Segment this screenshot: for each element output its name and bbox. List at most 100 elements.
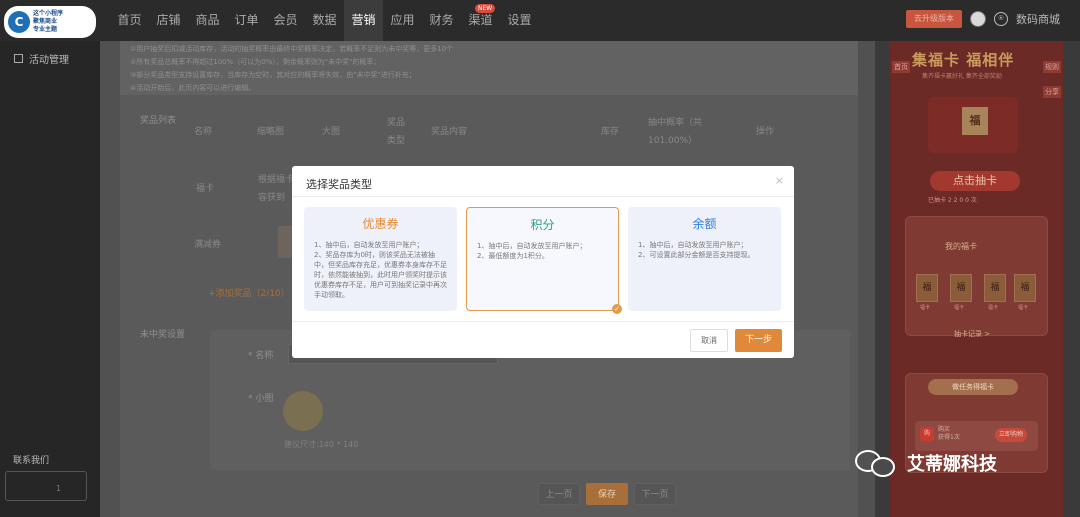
task-text: 购买 获得1次	[938, 426, 960, 442]
watermark-text: 艾蒂娜科技	[907, 454, 997, 475]
col-name: 名称	[194, 127, 213, 137]
nav-marketing[interactable]: 营销	[344, 0, 383, 41]
note-line: ②所有奖品总概率不得超过100%（可以为0%），剩余概率则为"未中奖"的概率；	[130, 58, 381, 66]
draw-record-link[interactable]: 抽卡记录 >	[954, 329, 990, 339]
add-prize-link[interactable]: +添加奖品（2/10）	[208, 286, 290, 299]
new-badge: NEW	[475, 4, 496, 13]
nav-store[interactable]: 店铺	[149, 0, 188, 41]
task-line: 购买	[938, 426, 951, 433]
logo[interactable]: C 这个小程序 聚焦商业 专业主题	[4, 6, 96, 38]
close-icon[interactable]: ×	[775, 174, 784, 187]
sidebar: 活动管理 联系我们 1	[0, 41, 100, 517]
wechat-watermark: 艾蒂娜科技	[855, 448, 997, 478]
phone-preview: 集福卡 福相伴 集齐福卡赢好礼 集齐全部奖励 首页 规则 分享 福 点击抽卡 已…	[890, 41, 1063, 517]
option-desc-line: 2、奖品存库为0时，则该奖品无法被抽中，但奖品库存充足，优惠券本身库存不足时，依…	[314, 251, 447, 299]
avatar[interactable]	[970, 11, 986, 27]
save-button[interactable]: 保存	[586, 483, 628, 505]
col-actions: 操作	[756, 127, 775, 137]
note-line: ④活动开始后，此页内容可以进行编辑。	[130, 84, 256, 92]
col-thumb: 缩略图	[257, 127, 285, 137]
selected-check-icon: ✓	[612, 304, 622, 314]
option-desc-line: 1、抽中后，自动发放至用户账户；	[638, 241, 748, 249]
sidebar-item-activity[interactable]: 活动管理	[0, 41, 100, 66]
fu-card[interactable]: 福	[984, 274, 1006, 302]
divider	[292, 196, 794, 197]
size-hint: 建议尺寸:140 * 140	[284, 440, 359, 449]
pager: 上一页 保存 下一页	[538, 483, 676, 505]
fu-card-label: 福卡	[954, 305, 965, 311]
preview-share-button[interactable]: 分享	[1043, 86, 1061, 98]
envelope-fu-card: 福	[962, 107, 988, 135]
nav-orders[interactable]: 订单	[227, 0, 266, 41]
top-right-tools: 去升级版本 ⍟ 数码商城	[906, 10, 1060, 28]
fu-card-label: 福卡	[988, 305, 999, 311]
col-image: 大图	[322, 127, 341, 137]
name-label: * 名称	[248, 351, 274, 361]
miss-setting-label: 未中奖设置	[140, 330, 186, 340]
shop-name[interactable]: 数码商城	[1016, 11, 1060, 27]
option-title: 余额	[692, 217, 717, 231]
main-nav: 首页 店铺 商品 订单 会员 数据 营销 应用 财务 渠道 NEW 设置	[110, 0, 539, 41]
nav-channels-label: 渠道	[468, 13, 493, 27]
preview-subtitle: 集齐福卡赢好礼 集齐全部奖励	[922, 73, 1002, 80]
draw-card-button[interactable]: 点击抽卡	[930, 171, 1020, 191]
contact-box[interactable]: 1	[5, 471, 87, 501]
draw-count: 已抽卡 2 2 0 0 次	[928, 197, 977, 204]
row2-name: 满减券	[194, 240, 222, 250]
nav-finance[interactable]: 财务	[422, 0, 461, 41]
notes-box: ①用户抽奖后扣减活动库存，活动的抽奖概率由最终中奖概率决定，若概率不足则为未中奖…	[120, 41, 858, 95]
top-bar: C 这个小程序 聚焦商业 专业主题 首页 店铺 商品 订单 会员 数据 营销 应…	[0, 0, 1080, 41]
note-line: ③部分奖品类型支持设置库存，当库存为空时，其对应的概率将失效，由"未中奖"进行补…	[130, 71, 416, 79]
preview-title: 集福卡 福相伴	[912, 51, 1015, 69]
nav-products[interactable]: 商品	[188, 0, 227, 41]
fu-card[interactable]: 福	[916, 274, 938, 302]
user-icon[interactable]: ⍟	[994, 12, 1008, 26]
sidebar-item-label: 活动管理	[29, 55, 69, 66]
shopping-icon: 购	[920, 427, 934, 441]
option-coupon[interactable]: 优惠券 1、抽中后，自动发放至用户账户； 2、奖品存库为0时，则该奖品无法被抽中…	[304, 207, 457, 311]
option-points[interactable]: 积分 1、抽中后，自动发放至用户账户； 2、最低额度为1积分。 ✓	[466, 207, 622, 314]
note-line: ①用户抽奖后扣减活动库存，活动的抽奖概率由最终中奖概率决定，若概率不足则为未中奖…	[130, 45, 454, 53]
task-title: 做任务得福卡	[928, 379, 1018, 395]
nav-apps[interactable]: 应用	[383, 0, 422, 41]
option-balance[interactable]: 余额 1、抽中后，自动发放至用户账户； 2、可设置此部分金额是否支持提现。	[628, 207, 781, 311]
next-page-button[interactable]: 下一页	[634, 483, 676, 505]
prize-type-dialog: 选择奖品类型 × 优惠券 1、抽中后，自动发放至用户账户； 2、奖品存库为0时，…	[292, 166, 794, 358]
col-probability: 抽中概率（共101.00%）	[648, 118, 703, 146]
cancel-button[interactable]: 取消	[690, 329, 728, 352]
next-step-button[interactable]: 下一步	[735, 329, 782, 352]
upgrade-button[interactable]: 去升级版本	[906, 10, 962, 28]
logo-icon: C	[8, 11, 30, 33]
preview-rules-button[interactable]: 规则	[1043, 61, 1061, 73]
nav-settings[interactable]: 设置	[500, 0, 539, 41]
option-title: 积分	[530, 218, 555, 232]
wechat-icon	[855, 448, 901, 478]
nav-home[interactable]: 首页	[110, 0, 149, 41]
activity-icon	[14, 54, 23, 63]
preview-home-button[interactable]: 首页	[892, 61, 910, 73]
small-image-label: * 小图	[248, 394, 274, 404]
option-desc-line: 1、抽中后，自动发放至用户账户；	[314, 241, 424, 249]
prev-button[interactable]: 上一页	[538, 483, 580, 505]
nav-members[interactable]: 会员	[266, 0, 305, 41]
task-shop-button[interactable]: 立即购物	[995, 428, 1027, 442]
prize-list-label: 奖品列表	[140, 116, 177, 126]
dialog-title: 选择奖品类型	[306, 178, 372, 191]
divider	[292, 321, 794, 322]
nav-data[interactable]: 数据	[305, 0, 344, 41]
contact-label: 联系我们	[13, 456, 50, 466]
option-desc-line: 2、可设置此部分金额是否支持提现。	[638, 251, 755, 259]
row1-name: 福卡	[196, 184, 215, 194]
logo-text: 这个小程序 聚焦商业 专业主题	[33, 10, 64, 33]
task-line: 获得1次	[938, 434, 960, 441]
fu-card[interactable]: 福	[950, 274, 972, 302]
fu-card[interactable]: 福	[1014, 274, 1036, 302]
option-desc-line: 2、最低额度为1积分。	[477, 252, 549, 260]
col-content: 奖品内容	[431, 127, 468, 137]
option-desc-line: 1、抽中后，自动发放至用户账户；	[477, 242, 587, 250]
nav-channels[interactable]: 渠道 NEW	[461, 0, 500, 41]
my-cards-title: 我的福卡	[945, 242, 977, 251]
col-stock: 库存	[601, 127, 620, 137]
small-image-upload[interactable]	[283, 391, 323, 431]
option-title: 优惠券	[362, 217, 399, 231]
